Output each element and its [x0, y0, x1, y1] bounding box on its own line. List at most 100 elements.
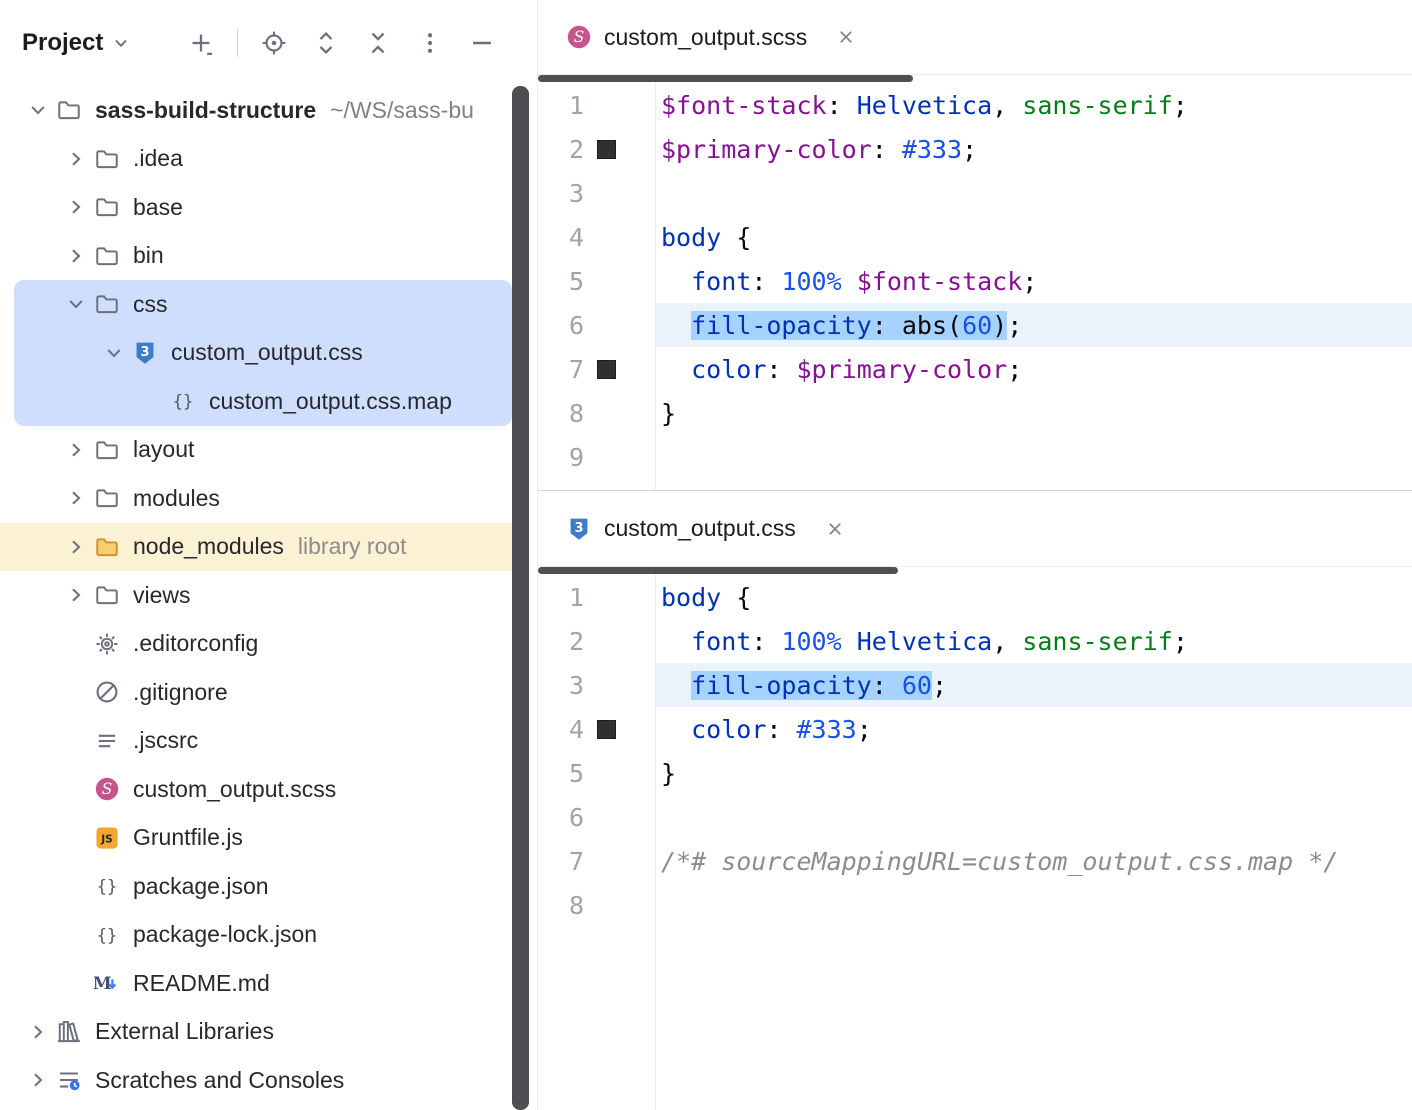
gutter-icon-slot — [584, 360, 628, 379]
tree-row-bin[interactable]: bin — [0, 232, 537, 281]
tree-item-label: External Libraries — [95, 1018, 274, 1045]
code-token: #333 — [796, 715, 856, 744]
color-preview-swatch[interactable] — [597, 140, 616, 159]
code-line-4[interactable]: color: #333; — [656, 707, 1412, 751]
code-line-1[interactable]: $font-stack: Helvetica, sans-serif; — [656, 83, 1412, 127]
code-line-2[interactable]: font: 100% Helvetica, sans-serif; — [656, 619, 1412, 663]
editor-tab-css[interactable]: 3 custom_output.css — [566, 515, 846, 542]
code-token: font — [691, 267, 751, 296]
tree-row-custom_output.css[interactable]: 3custom_output.css — [0, 329, 537, 378]
sass-icon: S — [92, 776, 122, 802]
braces-icon: {} — [92, 922, 122, 948]
folder-icon — [92, 582, 122, 608]
locate-button[interactable] — [256, 25, 292, 61]
tree-row-css[interactable]: css — [0, 280, 537, 329]
code-line-2[interactable]: $primary-color: #333; — [656, 127, 1412, 171]
code-token: sans-serif — [1022, 627, 1173, 656]
tree-row-modules[interactable]: modules — [0, 474, 537, 523]
editor-tab-scss[interactable]: S custom_output.scss — [566, 24, 857, 51]
tree-row-package-lock.json[interactable]: {}package-lock.json — [0, 911, 537, 960]
scratches-icon — [54, 1067, 84, 1093]
collapse-all-button[interactable] — [360, 25, 396, 61]
code-line-5[interactable]: font: 100% $font-stack; — [656, 259, 1412, 303]
braces-icon: {} — [168, 388, 198, 414]
code-line-6[interactable]: fill-opacity: abs(60); — [656, 303, 1412, 347]
tree-row-base[interactable]: base — [0, 183, 537, 232]
code-line-4[interactable]: body { — [656, 215, 1412, 259]
chevron-down-icon[interactable] — [60, 293, 92, 315]
editor-pane-css: 3 custom_output.css 12345678 body { font… — [538, 490, 1412, 1110]
chevron-right-icon[interactable] — [22, 1069, 54, 1091]
tree-row-views[interactable]: views — [0, 571, 537, 620]
code-line-3[interactable] — [656, 171, 1412, 215]
code-token: : — [872, 135, 902, 164]
code-line-7[interactable]: /*# sourceMappingURL=custom_output.css.m… — [656, 839, 1412, 883]
code-token: body — [661, 583, 721, 612]
code-token: ; — [857, 715, 872, 744]
tree-row-package.json[interactable]: {}package.json — [0, 862, 537, 911]
chevron-right-icon[interactable] — [60, 245, 92, 267]
chevron-down-icon[interactable] — [98, 342, 130, 364]
code-line-5[interactable]: } — [656, 751, 1412, 795]
chevron-right-icon[interactable] — [60, 584, 92, 606]
horizontal-scrollbar-thumb[interactable] — [538, 567, 898, 574]
plus-button[interactable] — [183, 25, 219, 61]
code-line-8[interactable] — [656, 883, 1412, 927]
tree-row-layout[interactable]: layout — [0, 426, 537, 475]
gutter-icon-slot — [584, 720, 628, 739]
project-view-selector[interactable]: Project — [16, 23, 137, 63]
tree-row-sass-build-structure[interactable]: sass-build-structure~/WS/sass-bu — [0, 86, 537, 135]
hide-button[interactable] — [464, 25, 500, 61]
code-token — [661, 267, 691, 296]
chevron-right-icon[interactable] — [60, 439, 92, 461]
code-area[interactable]: body { font: 100% Helvetica, sans-serif;… — [656, 567, 1412, 1110]
tree-row-Gruntfile.js[interactable]: JSGruntfile.js — [0, 814, 537, 863]
chevron-right-icon[interactable] — [60, 196, 92, 218]
more-button[interactable] — [412, 25, 448, 61]
tree-row-Scratches and Consoles[interactable]: Scratches and Consoles — [0, 1056, 537, 1105]
tree-row-.gitignore[interactable]: .gitignore — [0, 668, 537, 717]
code-line-3[interactable]: fill-opacity: 60; — [656, 663, 1412, 707]
chevron-right-icon[interactable] — [60, 536, 92, 558]
folder-icon — [92, 243, 122, 269]
tree-row-node_modules[interactable]: node_moduleslibrary root — [0, 523, 537, 572]
code-line-7[interactable]: color: $primary-color; — [656, 347, 1412, 391]
tree-row-custom_output.scss[interactable]: Scustom_output.scss — [0, 765, 537, 814]
tree-item-label: custom_output.scss — [133, 776, 336, 803]
color-preview-swatch[interactable] — [597, 360, 616, 379]
project-panel-scrollbar[interactable] — [512, 86, 529, 1110]
code-line-8[interactable]: } — [656, 391, 1412, 435]
code-token: ; — [962, 135, 977, 164]
tree-item-label: Gruntfile.js — [133, 824, 243, 851]
code-token: ) — [992, 311, 1007, 340]
code-line-9[interactable] — [656, 435, 1412, 479]
code-token: fill-opacity — [691, 311, 872, 340]
code-line-1[interactable]: body { — [656, 575, 1412, 619]
expand-all-icon — [313, 30, 339, 56]
code-token: #333 — [902, 135, 962, 164]
svg-text:S: S — [102, 780, 113, 798]
color-preview-swatch[interactable] — [597, 720, 616, 739]
close-icon[interactable] — [824, 518, 846, 540]
chevron-right-icon[interactable] — [60, 487, 92, 509]
code-line-6[interactable] — [656, 795, 1412, 839]
tree-row-.idea[interactable]: .idea — [0, 135, 537, 184]
line-number: 2 — [538, 135, 584, 164]
code-token: /*# sourceMappingURL=custom_output.css.m… — [661, 847, 1338, 876]
code-token — [661, 627, 691, 656]
sass-file-icon: S — [566, 24, 592, 50]
expand-all-button[interactable] — [308, 25, 344, 61]
chevron-right-icon[interactable] — [60, 148, 92, 170]
tree-row-External Libraries[interactable]: External Libraries — [0, 1008, 537, 1057]
close-icon[interactable] — [835, 26, 857, 48]
tree-row-README.md[interactable]: MREADME.md — [0, 959, 537, 1008]
tree-row-.jscsrc[interactable]: .jscsrc — [0, 717, 537, 766]
chevron-down-icon[interactable] — [22, 99, 54, 121]
tree-row-.editorconfig[interactable]: .editorconfig — [0, 620, 537, 669]
chevron-right-icon[interactable] — [22, 1021, 54, 1043]
tree-row-custom_output.css.map[interactable]: {}custom_output.css.map — [0, 377, 537, 426]
horizontal-scrollbar-thumb[interactable] — [538, 75, 913, 82]
code-area[interactable]: $font-stack: Helvetica, sans-serif;$prim… — [656, 75, 1412, 490]
tree-item-label: views — [133, 582, 191, 609]
code-token: 100% — [781, 267, 841, 296]
